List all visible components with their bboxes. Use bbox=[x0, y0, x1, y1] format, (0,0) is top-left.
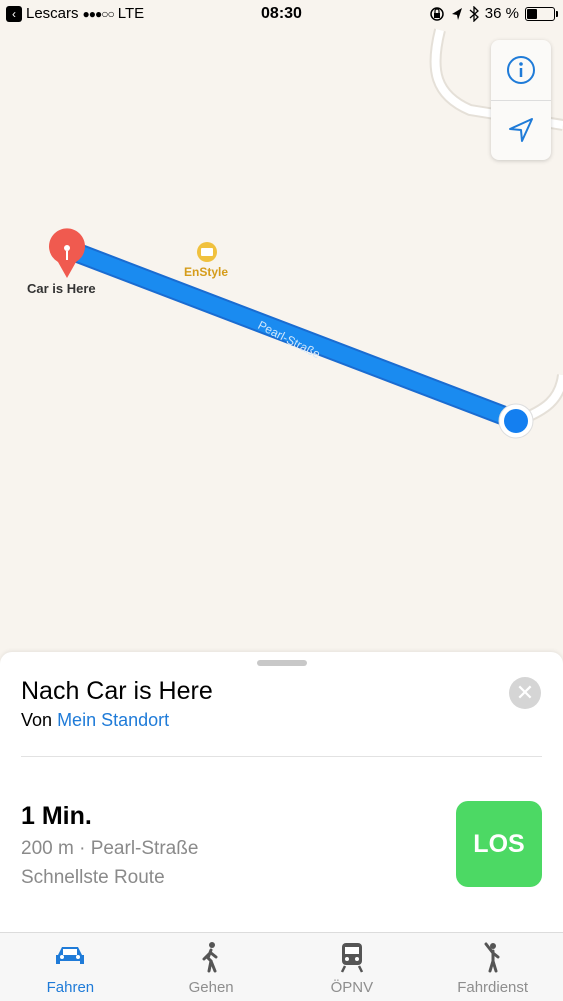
orientation-lock-icon bbox=[430, 6, 444, 21]
location-arrow-icon bbox=[509, 118, 533, 142]
map-controls bbox=[491, 40, 551, 160]
train-icon bbox=[340, 943, 363, 973]
car-icon bbox=[56, 947, 85, 964]
user-location-dot bbox=[498, 403, 534, 439]
poi-label: EnStyle bbox=[184, 265, 229, 279]
tab-fahren[interactable]: Fahren bbox=[0, 933, 141, 1001]
tracking-button[interactable] bbox=[491, 100, 551, 160]
tab-label: Gehen bbox=[188, 979, 234, 996]
status-bar: ‹ Lescars ●●●○○ LTE 08:30 36 % bbox=[0, 0, 563, 30]
info-button[interactable] bbox=[491, 40, 551, 101]
from-location-link[interactable]: Mein Standort bbox=[57, 710, 169, 730]
poi-icon[interactable] bbox=[197, 242, 217, 262]
destination-title: Nach Car is Here bbox=[21, 677, 213, 705]
tab-label: Fahren bbox=[46, 979, 95, 996]
battery-percent: 36 % bbox=[484, 5, 519, 22]
from-line: Von Mein Standort bbox=[21, 710, 169, 731]
tab-gehen[interactable]: Gehen bbox=[141, 933, 282, 1001]
location-services-icon bbox=[451, 7, 462, 20]
tab-label: ÖPNV bbox=[330, 979, 374, 996]
map-view[interactable]: Car is Here EnStyle Pearl-Straße bbox=[0, 0, 563, 660]
from-prefix: Von bbox=[21, 710, 53, 730]
walk-icon bbox=[202, 942, 218, 973]
close-icon: ✕ bbox=[515, 680, 535, 705]
go-button[interactable]: LOS bbox=[456, 801, 542, 887]
tab-label: Fahrdienst bbox=[457, 979, 529, 996]
bluetooth-icon bbox=[469, 5, 479, 22]
tab-fahrdienst[interactable]: Fahrdienst bbox=[422, 933, 563, 1001]
divider bbox=[21, 756, 542, 757]
close-button[interactable]: ✕ bbox=[509, 677, 541, 709]
tab-oepnv[interactable]: ÖPNV bbox=[282, 933, 423, 1001]
transport-tab-bar: Fahren Gehen ÖPNV Fahrdienst bbox=[0, 932, 563, 1001]
route-eta: 1 Min. bbox=[21, 802, 92, 830]
battery-icon bbox=[525, 6, 558, 21]
sheet-grabber[interactable] bbox=[257, 660, 307, 666]
info-icon bbox=[507, 56, 535, 84]
pin-label: Car is Here bbox=[27, 281, 96, 296]
route-distance: 200 m · Pearl-Straße bbox=[21, 838, 199, 859]
route-sheet: Nach Car is Here Von Mein Standort ✕ 1 M… bbox=[0, 652, 563, 932]
route-type: Schnellste Route bbox=[21, 867, 165, 888]
car-pin-icon[interactable] bbox=[49, 228, 86, 278]
hail-icon bbox=[484, 942, 500, 973]
